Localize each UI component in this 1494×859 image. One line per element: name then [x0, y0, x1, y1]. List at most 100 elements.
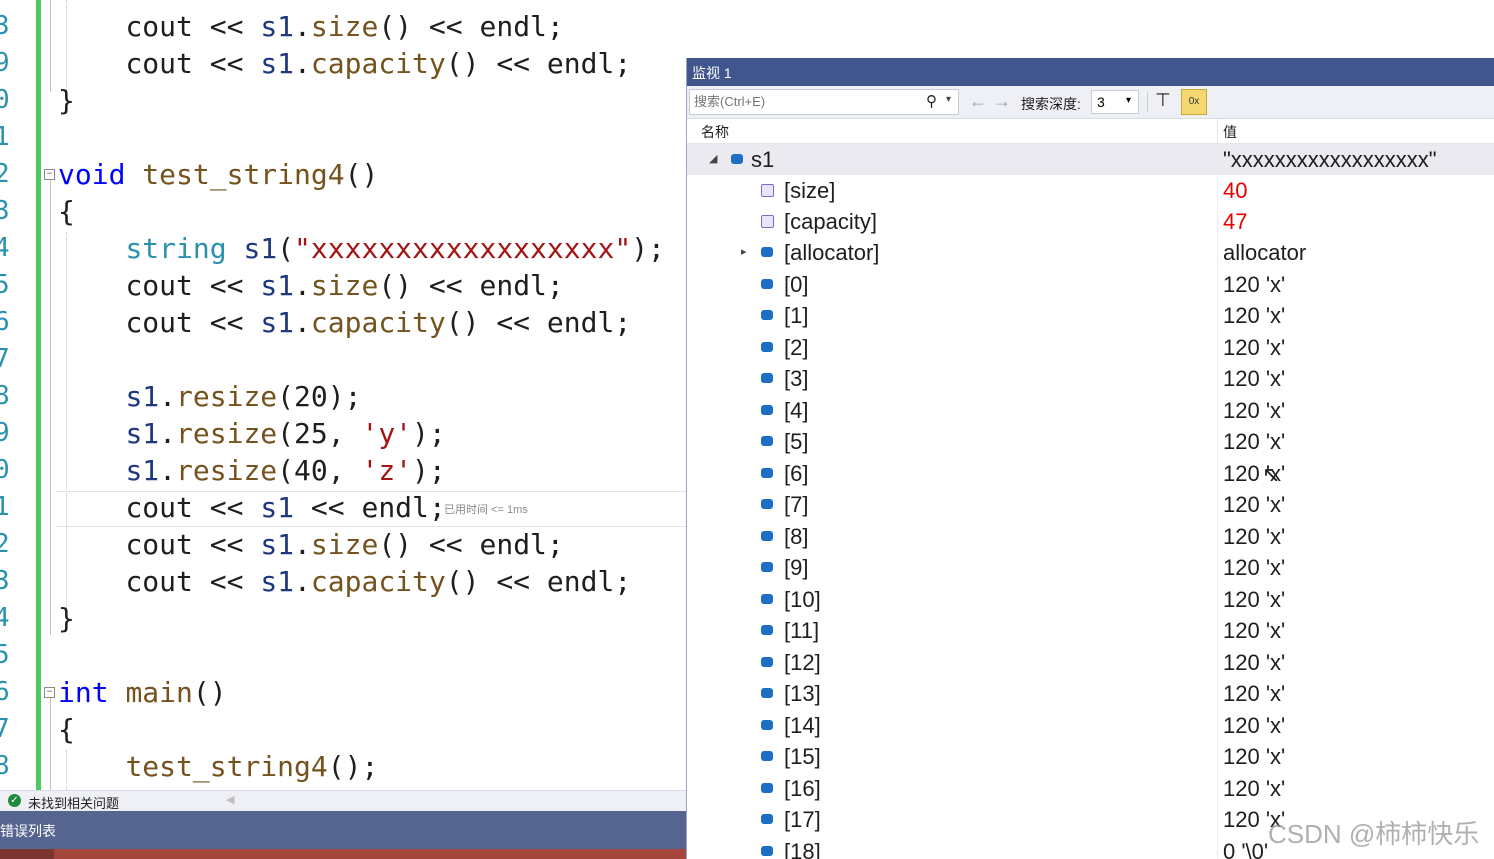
watch-row[interactable]: [1] 120 'x'	[687, 300, 1494, 331]
watch-value[interactable]: 120 'x'	[1223, 521, 1285, 552]
code-line[interactable]: s1.resize(20);	[58, 378, 361, 415]
watch-row[interactable]: [2] 120 'x'	[687, 332, 1494, 363]
watch-value[interactable]: 120 'x'	[1223, 678, 1285, 709]
code-line[interactable]: cout << s1.size() << endl;	[58, 8, 563, 45]
search-next-icon[interactable]: →	[993, 91, 1011, 112]
object-icon	[761, 594, 773, 604]
column-divider	[1217, 552, 1218, 583]
code-line[interactable]: cout << s1 << endl;	[58, 489, 445, 526]
hex-display-icon[interactable]: 0x	[1181, 89, 1207, 115]
expand-arrow-icon[interactable]: ▸	[741, 237, 747, 268]
column-divider	[1217, 804, 1218, 835]
watch-row[interactable]: ◢ s1 "xxxxxxxxxxxxxxxxxx"	[687, 144, 1494, 175]
search-box[interactable]: ⚲ ▾	[689, 89, 959, 115]
watch-value[interactable]: 0 '\0'	[1223, 836, 1268, 859]
watch-value[interactable]: 120 'x'	[1223, 741, 1285, 772]
watch-value[interactable]: 120 'x'	[1223, 647, 1285, 678]
watch-value[interactable]: 120 'x'	[1223, 426, 1285, 457]
watch-value[interactable]: 120 'x'	[1223, 584, 1285, 615]
column-divider	[1217, 741, 1218, 772]
code-line[interactable]: string s1("xxxxxxxxxxxxxxxxxx");	[58, 230, 664, 267]
scope-guide	[50, 698, 51, 790]
watch-value[interactable]: 120 'x'	[1223, 300, 1285, 331]
watch-value[interactable]: 120 'x'	[1223, 332, 1285, 363]
watch-row[interactable]: [5] 120 'x'	[687, 426, 1494, 457]
column-name-header[interactable]: 名称	[701, 122, 729, 142]
watch-value[interactable]: 120 'x'	[1223, 615, 1285, 646]
code-line[interactable]: cout << s1.capacity() << endl;	[58, 45, 631, 82]
watch-name: [15]	[784, 744, 821, 769]
watch-name: [13]	[784, 681, 821, 706]
watch-row[interactable]: [11] 120 'x'	[687, 615, 1494, 646]
watch-value[interactable]: "xxxxxxxxxxxxxxxxxx"	[1223, 144, 1437, 175]
watch-name: [size]	[784, 178, 836, 203]
code-line[interactable]: cout << s1.capacity() << endl;	[58, 563, 631, 600]
column-divider	[1217, 269, 1218, 300]
watch-value[interactable]: 120 'x'	[1223, 395, 1285, 426]
watch-value[interactable]: 120 'x'	[1223, 363, 1285, 394]
search-input[interactable]	[690, 90, 914, 112]
search-previous-icon[interactable]: ←	[969, 91, 987, 112]
issues-status[interactable]: 未找到相关问题	[28, 793, 119, 812]
chevron-down-icon[interactable]: ▾	[946, 94, 951, 105]
collapse-toggle-icon[interactable]: −	[44, 169, 55, 180]
code-line[interactable]: {	[58, 193, 75, 230]
code-line[interactable]: }	[58, 600, 75, 637]
watch-row[interactable]: [3] 120 'x'	[687, 363, 1494, 394]
scroll-left-icon[interactable]: ◀	[226, 793, 234, 806]
pin-icon[interactable]: ⊤	[1155, 90, 1171, 111]
object-icon	[761, 531, 773, 541]
watch-row[interactable]: ▸ [allocator] allocator	[687, 237, 1494, 268]
code-line[interactable]: cout << s1.size() << endl;	[58, 526, 563, 563]
watch-row[interactable]: [15] 120 'x'	[687, 741, 1494, 772]
watch-row[interactable]: [12] 120 'x'	[687, 647, 1494, 678]
watch-row[interactable]: [10] 120 'x'	[687, 584, 1494, 615]
code-line[interactable]: cout << s1.capacity() << endl;	[58, 304, 631, 341]
watch-row[interactable]: [8] 120 'x'	[687, 521, 1494, 552]
watch-row[interactable]: [6] 120 'x'	[687, 458, 1494, 489]
code-line[interactable]: s1.resize(40, 'z');	[58, 452, 445, 489]
search-depth-select[interactable]: 3 ▾	[1091, 90, 1139, 114]
code-line[interactable]: void test_string4()	[58, 156, 378, 193]
code-line[interactable]: }	[58, 82, 75, 119]
chevron-down-icon: ▾	[1126, 95, 1132, 106]
watch-value[interactable]: 120 'x'	[1223, 269, 1285, 300]
search-icon[interactable]: ⚲	[926, 92, 937, 110]
line-number: 6	[0, 677, 10, 707]
watch-row[interactable]: [capacity] 47	[687, 206, 1494, 237]
watch-value[interactable]: 47	[1223, 206, 1247, 237]
column-divider	[1217, 615, 1218, 646]
collapse-toggle-icon[interactable]: −	[44, 687, 55, 698]
watch-value[interactable]: allocator	[1223, 237, 1306, 268]
code-line[interactable]: cout << s1.size() << endl;	[58, 267, 563, 304]
watch-row[interactable]: [13] 120 'x'	[687, 678, 1494, 709]
watch-row[interactable]: [7] 120 'x'	[687, 489, 1494, 520]
watch-title-bar[interactable]: 监视 1	[687, 58, 1494, 86]
watch-value[interactable]: 120 'x'	[1223, 773, 1285, 804]
watch-name: [capacity]	[784, 209, 877, 234]
object-icon	[761, 657, 773, 667]
watch-value[interactable]: 120 'x'	[1223, 710, 1285, 741]
tab-error-list[interactable]: 错误列表	[0, 821, 56, 841]
collapse-arrow-icon[interactable]: ◢	[709, 144, 717, 175]
column-divider	[1217, 521, 1218, 552]
watch-value[interactable]: 40	[1223, 175, 1247, 206]
error-list-bar: 错误列表	[0, 811, 686, 849]
code-line[interactable]: {	[58, 711, 75, 748]
debug-status-bar	[0, 849, 686, 859]
watch-row[interactable]: [16] 120 'x'	[687, 773, 1494, 804]
watch-row[interactable]: [4] 120 'x'	[687, 395, 1494, 426]
watch-name: [0]	[784, 272, 809, 297]
watch-row[interactable]: [9] 120 'x'	[687, 552, 1494, 583]
code-line[interactable]: s1.resize(25, 'y');	[58, 415, 445, 452]
code-line[interactable]: test_string4();	[58, 748, 378, 785]
code-line[interactable]: int main()	[58, 674, 227, 711]
column-divider[interactable]	[1217, 119, 1218, 143]
watch-value[interactable]: 120 'x'	[1223, 489, 1285, 520]
watch-value[interactable]: 120 'x'	[1223, 552, 1285, 583]
watch-row[interactable]: [size] 40	[687, 175, 1494, 206]
column-value-header[interactable]: 值	[1223, 122, 1237, 142]
code-editor[interactable]: 3 9 0 1 2 3 4 5 6 7 8 9 0 1 2 3 4 5 6 7 …	[0, 0, 686, 790]
watch-row[interactable]: [0] 120 'x'	[687, 269, 1494, 300]
watch-row[interactable]: [14] 120 'x'	[687, 710, 1494, 741]
